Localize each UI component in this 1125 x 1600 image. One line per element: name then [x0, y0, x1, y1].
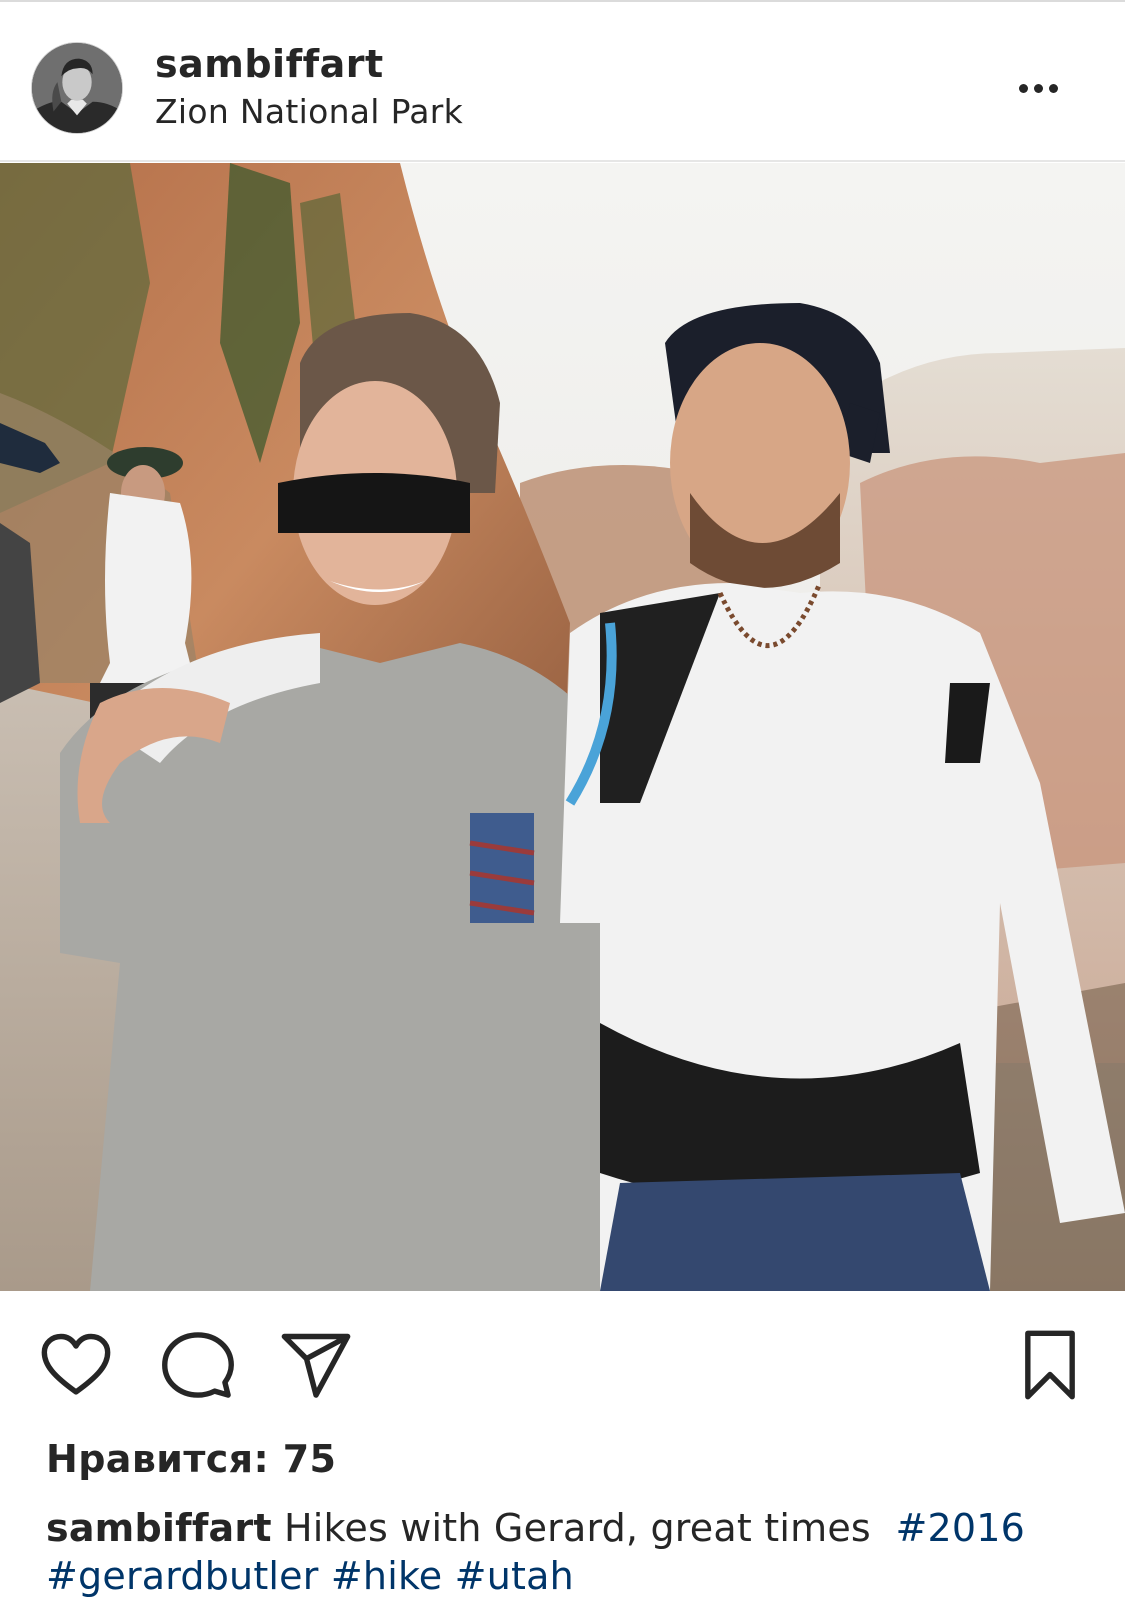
- action-bar: [0, 1291, 1125, 1426]
- photo-scene: [0, 163, 1125, 1291]
- comment-icon-graphic: [162, 1332, 234, 1398]
- dot: [1048, 83, 1058, 93]
- caption-username[interactable]: sambiffart: [46, 1506, 272, 1550]
- dot: [1033, 83, 1043, 93]
- caption-text: Hikes with Gerard, great times: [283, 1506, 871, 1550]
- hashtag-link[interactable]: #hike: [331, 1554, 443, 1598]
- share-icon-graphic: [281, 1333, 351, 1398]
- likes-count[interactable]: Нравится: 75: [46, 1437, 336, 1481]
- post-photo[interactable]: [0, 163, 1125, 1291]
- dot: [1018, 83, 1028, 93]
- paper-plane-icon[interactable]: [278, 1327, 354, 1403]
- hashtag-link[interactable]: #gerardbutler: [46, 1554, 319, 1598]
- bookmark-icon-graphic: [1025, 1330, 1075, 1400]
- post-caption: sambiffart Hikes with Gerard, great time…: [46, 1504, 1086, 1600]
- post-header: sambiffart Zion National Park: [0, 6, 1125, 162]
- bookmark-icon[interactable]: [1018, 1327, 1082, 1403]
- avatar-image: [32, 43, 122, 133]
- avatar[interactable]: [31, 42, 123, 134]
- post-username[interactable]: sambiffart: [155, 42, 384, 86]
- comment-bubble-icon[interactable]: [160, 1327, 236, 1403]
- more-options-icon[interactable]: [1012, 68, 1064, 108]
- heart-icon[interactable]: [38, 1327, 114, 1403]
- post-location[interactable]: Zion National Park: [155, 92, 463, 131]
- heart-icon-graphic: [41, 1333, 111, 1395]
- hashtag-link[interactable]: #utah: [455, 1554, 574, 1598]
- top-divider: [0, 0, 1125, 4]
- hashtag-link[interactable]: #2016: [895, 1506, 1025, 1550]
